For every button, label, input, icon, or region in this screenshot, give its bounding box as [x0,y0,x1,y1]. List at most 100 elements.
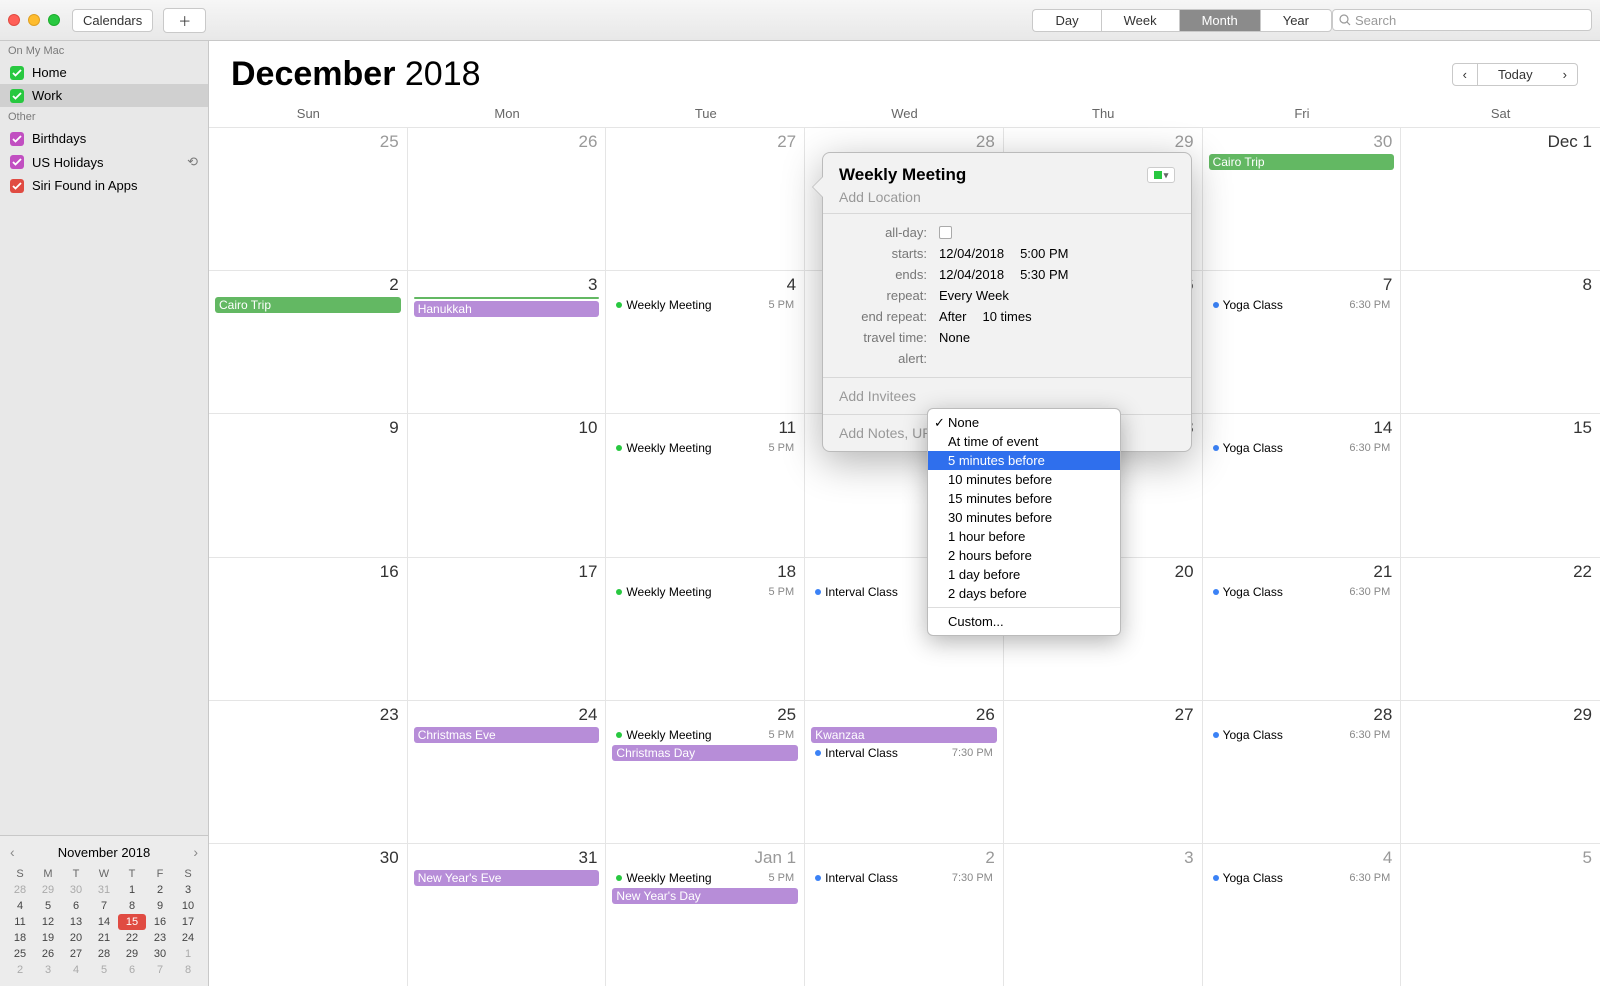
dropdown-item[interactable]: 30 minutes before [928,508,1120,527]
mini-day[interactable]: 22 [118,930,146,946]
prev-month-button[interactable]: ‹ [1452,63,1478,86]
event-title[interactable]: Weekly Meeting [839,165,966,185]
search-input[interactable]: Search [1332,9,1592,31]
mini-day[interactable]: 5 [90,962,118,978]
dropdown-item[interactable]: At time of event [928,432,1120,451]
dropdown-item[interactable]: 2 hours before [928,546,1120,565]
event[interactable]: Weekly Meeting5 PM [612,870,798,886]
day-cell[interactable]: 30 [209,843,408,986]
mini-day[interactable]: 19 [34,930,62,946]
mini-day[interactable]: 31 [90,882,118,898]
view-month[interactable]: Month [1179,9,1260,32]
endrepeat-value[interactable]: After [939,309,966,324]
location-field[interactable]: Add Location [839,189,1175,205]
travel-value[interactable]: None [939,330,970,345]
day-cell[interactable]: 29 [1401,700,1600,843]
mini-day[interactable]: 4 [6,898,34,914]
day-cell[interactable]: 27 [606,127,805,270]
event[interactable]: Hanukkah [414,301,600,317]
event[interactable]: New Year's Day [612,888,798,904]
starts-time[interactable]: 5:00 PM [1020,246,1068,261]
dropdown-item[interactable]: 1 hour before [928,527,1120,546]
mini-day[interactable]: 2 [6,962,34,978]
day-cell[interactable]: 4Yoga Class6:30 PM [1203,843,1402,986]
event[interactable]: Cairo Trip [1209,154,1395,170]
repeat-value[interactable]: Every Week [939,288,1009,303]
mini-day[interactable]: 1 [118,882,146,898]
mini-day[interactable]: 13 [62,914,90,930]
calendars-button[interactable]: Calendars [72,9,153,32]
calendar-color-picker[interactable]: ▾ [1147,167,1175,183]
day-cell[interactable]: 17 [408,557,607,700]
calendar-checkbox[interactable] [10,66,24,80]
allday-checkbox[interactable] [939,226,952,239]
mini-day[interactable]: 23 [146,930,174,946]
mini-day[interactable]: 12 [34,914,62,930]
day-cell[interactable]: Dec 1 [1401,127,1600,270]
day-cell[interactable]: 4Weekly Meeting5 PM [606,270,805,413]
starts-date[interactable]: 12/04/2018 [939,246,1004,261]
mini-day[interactable]: 15 [118,914,146,930]
day-cell[interactable]: 30Cairo Trip [1203,127,1402,270]
mini-day[interactable]: 28 [90,946,118,962]
event[interactable]: Christmas Eve [414,727,600,743]
mini-day[interactable]: 10 [174,898,202,914]
endrepeat-times[interactable]: 10 times [982,309,1031,324]
day-cell[interactable]: 3 [1004,843,1203,986]
day-cell[interactable]: 14Yoga Class6:30 PM [1203,413,1402,556]
mini-day[interactable]: 25 [6,946,34,962]
event[interactable]: Interval Class7:30 PM [811,870,997,886]
event[interactable]: New Year's Eve [414,870,600,886]
mini-day[interactable]: 4 [62,962,90,978]
today-button[interactable]: Today [1478,63,1553,86]
calendar-checkbox[interactable] [10,179,24,193]
view-year[interactable]: Year [1260,9,1332,32]
event[interactable]: Interval Class7:30 PM [811,745,997,761]
mini-day[interactable]: 16 [146,914,174,930]
event[interactable]: Weekly Meeting5 PM [612,440,798,456]
event[interactable]: Yoga Class6:30 PM [1209,727,1395,743]
dropdown-item[interactable]: 5 minutes before [928,451,1120,470]
mini-day[interactable]: 3 [34,962,62,978]
event[interactable]: Weekly Meeting5 PM [612,297,798,313]
mini-day[interactable]: 29 [118,946,146,962]
day-cell[interactable]: 16 [209,557,408,700]
event[interactable]: Yoga Class6:30 PM [1209,870,1395,886]
dropdown-item[interactable]: None [928,413,1120,432]
mini-day[interactable]: 20 [62,930,90,946]
mini-day[interactable]: 28 [6,882,34,898]
minimize-icon[interactable] [28,14,40,26]
day-cell[interactable]: 25 [209,127,408,270]
day-cell[interactable]: 7Yoga Class6:30 PM [1203,270,1402,413]
day-cell[interactable]: 9 [209,413,408,556]
mini-day[interactable]: 6 [118,962,146,978]
dropdown-item[interactable]: 10 minutes before [928,470,1120,489]
zoom-icon[interactable] [48,14,60,26]
mini-day[interactable]: 30 [146,946,174,962]
mini-day[interactable]: 7 [146,962,174,978]
day-cell[interactable]: 27 [1004,700,1203,843]
mini-day[interactable]: 11 [6,914,34,930]
mini-day[interactable]: 26 [34,946,62,962]
dropdown-item[interactable]: 1 day before [928,565,1120,584]
next-month-button[interactable]: › [1553,63,1578,86]
day-cell[interactable]: 31New Year's Eve [408,843,607,986]
mini-day[interactable]: 3 [174,882,202,898]
view-week[interactable]: Week [1101,9,1179,32]
mini-day[interactable]: 24 [174,930,202,946]
mini-day[interactable]: 2 [146,882,174,898]
calendar-checkbox[interactable] [10,89,24,103]
day-cell[interactable]: 26 [408,127,607,270]
ends-date[interactable]: 12/04/2018 [939,267,1004,282]
sidebar-item[interactable]: US Holidays⟲ [0,150,208,174]
event[interactable]: Cairo Trip [215,297,401,313]
close-icon[interactable] [8,14,20,26]
day-cell[interactable]: 26KwanzaaInterval Class7:30 PM [805,700,1004,843]
mini-next-button[interactable]: › [193,844,198,860]
mini-day[interactable]: 9 [146,898,174,914]
dropdown-item[interactable]: 2 days before [928,584,1120,603]
day-cell[interactable]: 10 [408,413,607,556]
event[interactable] [414,297,600,299]
mini-day[interactable]: 29 [34,882,62,898]
event[interactable]: Christmas Day [612,745,798,761]
